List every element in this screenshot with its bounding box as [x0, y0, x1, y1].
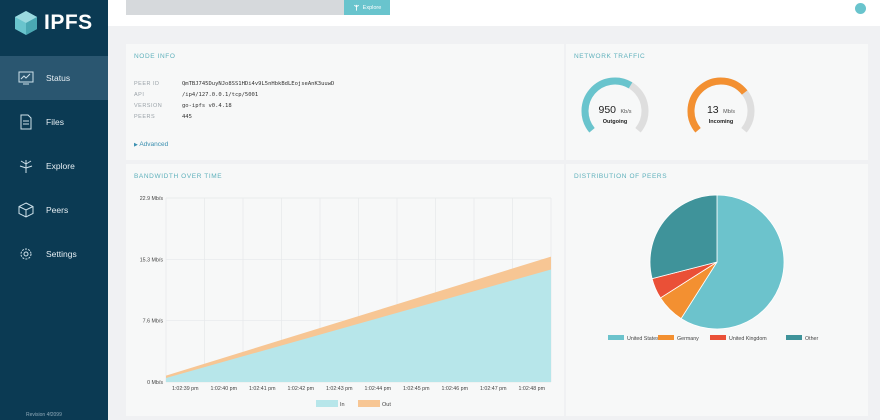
peer-id-value: QmTBJ745DuyNJo8SS1HDi4v9L5nHbkBdLEojseAn…	[182, 80, 335, 87]
version-value: go-ipfs v0.4.18	[182, 102, 232, 109]
node-info-panel: Node Info Peer ID QmTBJ745DuyNJo8SS1HDi4…	[126, 44, 564, 160]
network-traffic-title: Network Traffic	[574, 53, 646, 60]
caret-right-icon: ▶	[134, 142, 138, 148]
gauge-value: 950	[598, 104, 617, 116]
search-input[interactable]	[126, 0, 344, 15]
node-info-table: Peer ID QmTBJ745DuyNJo8SS1HDi4v9L5nHbkBd…	[134, 78, 334, 122]
sidebar-item-status[interactable]: Status	[0, 56, 108, 100]
sidebar-item-label: Explore	[46, 161, 75, 171]
x-tick-label: 1:02:43 pm	[326, 386, 353, 392]
incoming-gauge: 13 Mb/s Incoming	[684, 74, 758, 138]
sidebar-item-settings[interactable]: Settings	[0, 232, 108, 276]
api-value: /ip4/127.0.0.1/tcp/5001	[182, 91, 259, 98]
legend-swatch	[358, 400, 380, 407]
x-tick-label: 1:02:41 pm	[249, 386, 276, 392]
legend-swatch	[658, 335, 674, 340]
globe-icon[interactable]	[855, 3, 866, 14]
gauge-unit: Kb/s	[620, 109, 632, 115]
x-tick-label: 1:02:42 pm	[287, 386, 314, 392]
distribution-chart: United States Germany United Kingdom Other	[608, 194, 818, 342]
sidebar: IPFS Status Files Explore Peers Settings…	[0, 0, 108, 420]
info-row-peers: Peers 445	[134, 111, 334, 122]
explore-button[interactable]: Explore	[344, 0, 390, 15]
outgoing-gauge: 950 Kb/s Outgoing	[578, 74, 652, 138]
sidebar-nav: Status Files Explore Peers Settings	[0, 56, 108, 276]
advanced-toggle[interactable]: ▶ Advanced	[134, 141, 168, 148]
monitor-icon	[18, 71, 34, 85]
x-tick-label: 1:02:44 pm	[364, 386, 391, 392]
cube-icon	[18, 202, 34, 218]
legend-label: Germany	[677, 336, 699, 342]
sidebar-item-label: Status	[46, 73, 71, 83]
sidebar-item-label: Files	[46, 117, 64, 127]
tree-icon	[353, 4, 359, 11]
sidebar-item-label: Settings	[46, 249, 77, 259]
advanced-label: Advanced	[139, 141, 169, 148]
y-tick-label: 0 Mb/s	[147, 380, 163, 386]
file-icon	[20, 114, 32, 130]
gauge-unit: Mb/s	[723, 109, 736, 115]
info-key: Version	[134, 102, 163, 109]
revision-text: Revision 4f2099	[26, 412, 62, 418]
legend-swatch	[710, 335, 726, 340]
legend-label: United States	[627, 336, 659, 342]
legend-swatch	[786, 335, 802, 340]
sidebar-item-files[interactable]: Files	[0, 100, 108, 144]
topbar: Explore	[108, 0, 880, 26]
info-key: Peers	[134, 113, 156, 120]
legend-label: United Kingdom	[729, 336, 767, 342]
x-tick-label: 1:02:45 pm	[403, 386, 430, 392]
gauge-value: 13	[706, 104, 719, 116]
y-tick-label: 22.9 Mb/s	[140, 196, 164, 202]
info-key: API	[134, 91, 145, 98]
info-row-api: API /ip4/127.0.0.1/tcp/5001	[134, 89, 334, 100]
app-name: IPFS	[44, 11, 93, 34]
gauge-label: Incoming	[708, 119, 734, 125]
tree-icon	[19, 160, 33, 173]
x-tick-label: 1:02:46 pm	[441, 386, 468, 392]
legend-label: Other	[805, 336, 818, 342]
sidebar-item-label: Peers	[46, 205, 69, 215]
legend-swatch	[316, 400, 338, 407]
sidebar-item-peers[interactable]: Peers	[0, 188, 108, 232]
x-tick-label: 1:02:48 pm	[518, 386, 545, 392]
x-tick-label: 1:02:47 pm	[480, 386, 507, 392]
y-tick-label: 7.6 Mb/s	[143, 319, 164, 325]
gear-icon	[20, 248, 32, 260]
gauge-label: Outgoing	[602, 119, 628, 125]
bandwidth-chart: 0 Mb/s 7.6 Mb/s 15.3 Mb/s 22.9 Mb/s 1:02:39 …	[140, 196, 552, 408]
distribution-panel: Distribution of peers United States Germa…	[566, 164, 868, 416]
ipfs-cube-icon	[15, 11, 37, 35]
app-logo[interactable]: IPFS	[14, 10, 93, 36]
info-row-version: Version go-ipfs v0.4.18	[134, 100, 334, 111]
explore-button-label: Explore	[362, 4, 382, 11]
peers-value: 445	[182, 113, 192, 120]
legend-swatch	[608, 335, 624, 340]
info-key: Peer ID	[134, 80, 160, 87]
node-info-title: Node Info	[134, 53, 176, 60]
legend-label: Out	[382, 402, 391, 408]
x-tick-label: 1:02:40 pm	[210, 386, 237, 392]
sidebar-item-explore[interactable]: Explore	[0, 144, 108, 188]
bandwidth-panel: Bandwidth over time 0 Mb/s 7.6 Mb/s 15.3 M…	[126, 164, 564, 416]
y-tick-label: 15.3 Mb/s	[140, 257, 164, 263]
x-tick-label: 1:02:39 pm	[172, 386, 199, 392]
info-row-peer-id: Peer ID QmTBJ745DuyNJo8SS1HDi4v9L5nHbkBd…	[134, 78, 334, 89]
legend-label: In	[340, 402, 345, 408]
network-traffic-panel: Network Traffic 950 Kb/s Outgoing 13 Mb/…	[566, 44, 868, 160]
